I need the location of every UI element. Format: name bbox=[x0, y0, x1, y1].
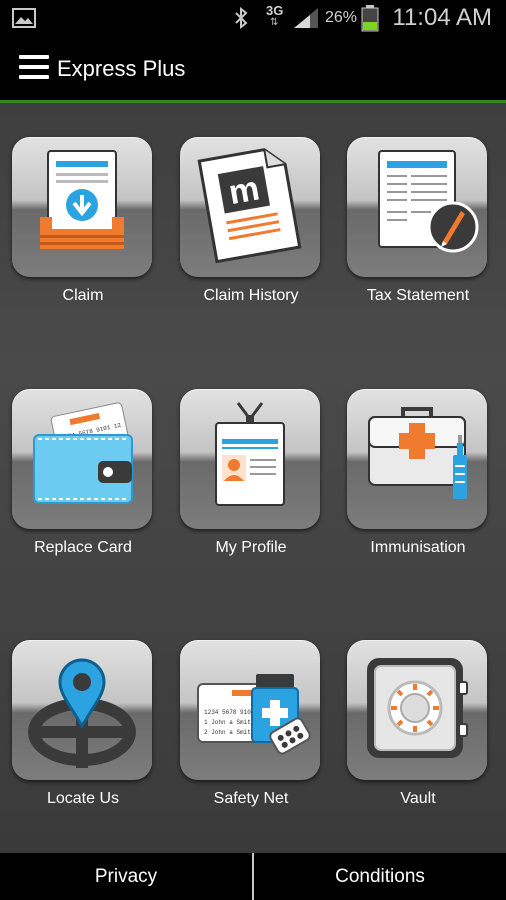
tile-label: Locate Us bbox=[46, 790, 120, 807]
network-type: 3G bbox=[266, 3, 284, 18]
conditions-button[interactable]: Conditions bbox=[254, 853, 506, 900]
immunisation-tile-button[interactable] bbox=[347, 389, 487, 529]
tile-label: Tax Statement bbox=[366, 287, 470, 304]
locate-us-tile-button[interactable] bbox=[12, 640, 152, 780]
tile-vault[interactable]: Vault bbox=[335, 606, 487, 807]
tile-label: My Profile bbox=[215, 539, 287, 556]
tax-statement-icon bbox=[378, 150, 479, 253]
my-profile-icon bbox=[215, 402, 285, 506]
immunisation-icon bbox=[368, 407, 467, 499]
tile-my-profile[interactable]: My Profile bbox=[168, 355, 320, 556]
replace-card-icon: 1234 5678 9101 12 bbox=[33, 402, 133, 504]
replace-card-tile-button[interactable]: 1234 5678 9101 12 bbox=[12, 389, 152, 529]
tile-replace-card[interactable]: 1234 5678 9101 12 Replace Card bbox=[0, 355, 152, 556]
safety-card-line-1: 1234 5678 9101 bbox=[204, 709, 255, 716]
safety-card-line-3: 2 John a Smith bbox=[204, 729, 255, 736]
bluetooth-icon bbox=[235, 6, 248, 30]
my-profile-tile-button[interactable] bbox=[180, 389, 320, 529]
signal-icon bbox=[294, 8, 318, 28]
battery-percent: 26% bbox=[325, 9, 358, 26]
hamburger-menu-icon[interactable] bbox=[19, 55, 49, 81]
menu-grid: Claim m Claim History Tax Statement 1234… bbox=[0, 103, 506, 853]
tile-label: Safety Net bbox=[213, 790, 289, 807]
claim-tile-button[interactable] bbox=[12, 137, 152, 277]
battery-icon bbox=[361, 5, 379, 32]
tile-label: Claim bbox=[62, 287, 104, 304]
tile-locate-us[interactable]: Locate Us bbox=[0, 606, 152, 807]
safety-card-line-2: 1 John a Smith bbox=[204, 719, 255, 726]
data-activity-icon: ⇅ bbox=[270, 17, 279, 28]
privacy-button[interactable]: Privacy bbox=[0, 853, 252, 900]
app-title: Express Plus bbox=[57, 56, 186, 81]
footer-bar: Privacy Conditions bbox=[0, 853, 506, 900]
tile-label: Claim History bbox=[203, 287, 299, 304]
clock: 11:04 AM bbox=[392, 4, 492, 31]
action-bar: Express Plus bbox=[0, 36, 506, 103]
tax-statement-tile-button[interactable] bbox=[347, 137, 487, 277]
locate-us-icon bbox=[28, 658, 136, 768]
vault-tile-button[interactable] bbox=[347, 640, 487, 780]
gallery-icon bbox=[12, 8, 36, 28]
claim-history-tile-button[interactable]: m bbox=[180, 137, 320, 277]
claim-history-icon: m bbox=[197, 148, 302, 264]
tile-immunisation[interactable]: Immunisation bbox=[335, 355, 487, 556]
tile-safety-net[interactable]: 1234 5678 9101 1 John a Smith 2 John a S… bbox=[168, 606, 320, 807]
tile-claim-history[interactable]: m Claim History bbox=[168, 103, 320, 304]
tile-label: Replace Card bbox=[34, 539, 132, 556]
status-bar: 3G ⇅ 26% 11:04 AM bbox=[0, 0, 506, 36]
tile-tax-statement[interactable]: Tax Statement bbox=[335, 103, 487, 304]
claim-icon bbox=[40, 150, 124, 249]
safety-net-tile-button[interactable]: 1234 5678 9101 1 John a Smith 2 John a S… bbox=[180, 640, 320, 780]
tile-label: Vault bbox=[400, 790, 436, 807]
tile-label: Immunisation bbox=[370, 539, 466, 556]
tile-claim[interactable]: Claim bbox=[0, 103, 152, 304]
vault-icon bbox=[367, 658, 468, 758]
safety-net-icon: 1234 5678 9101 1 John a Smith 2 John a S… bbox=[197, 674, 311, 755]
